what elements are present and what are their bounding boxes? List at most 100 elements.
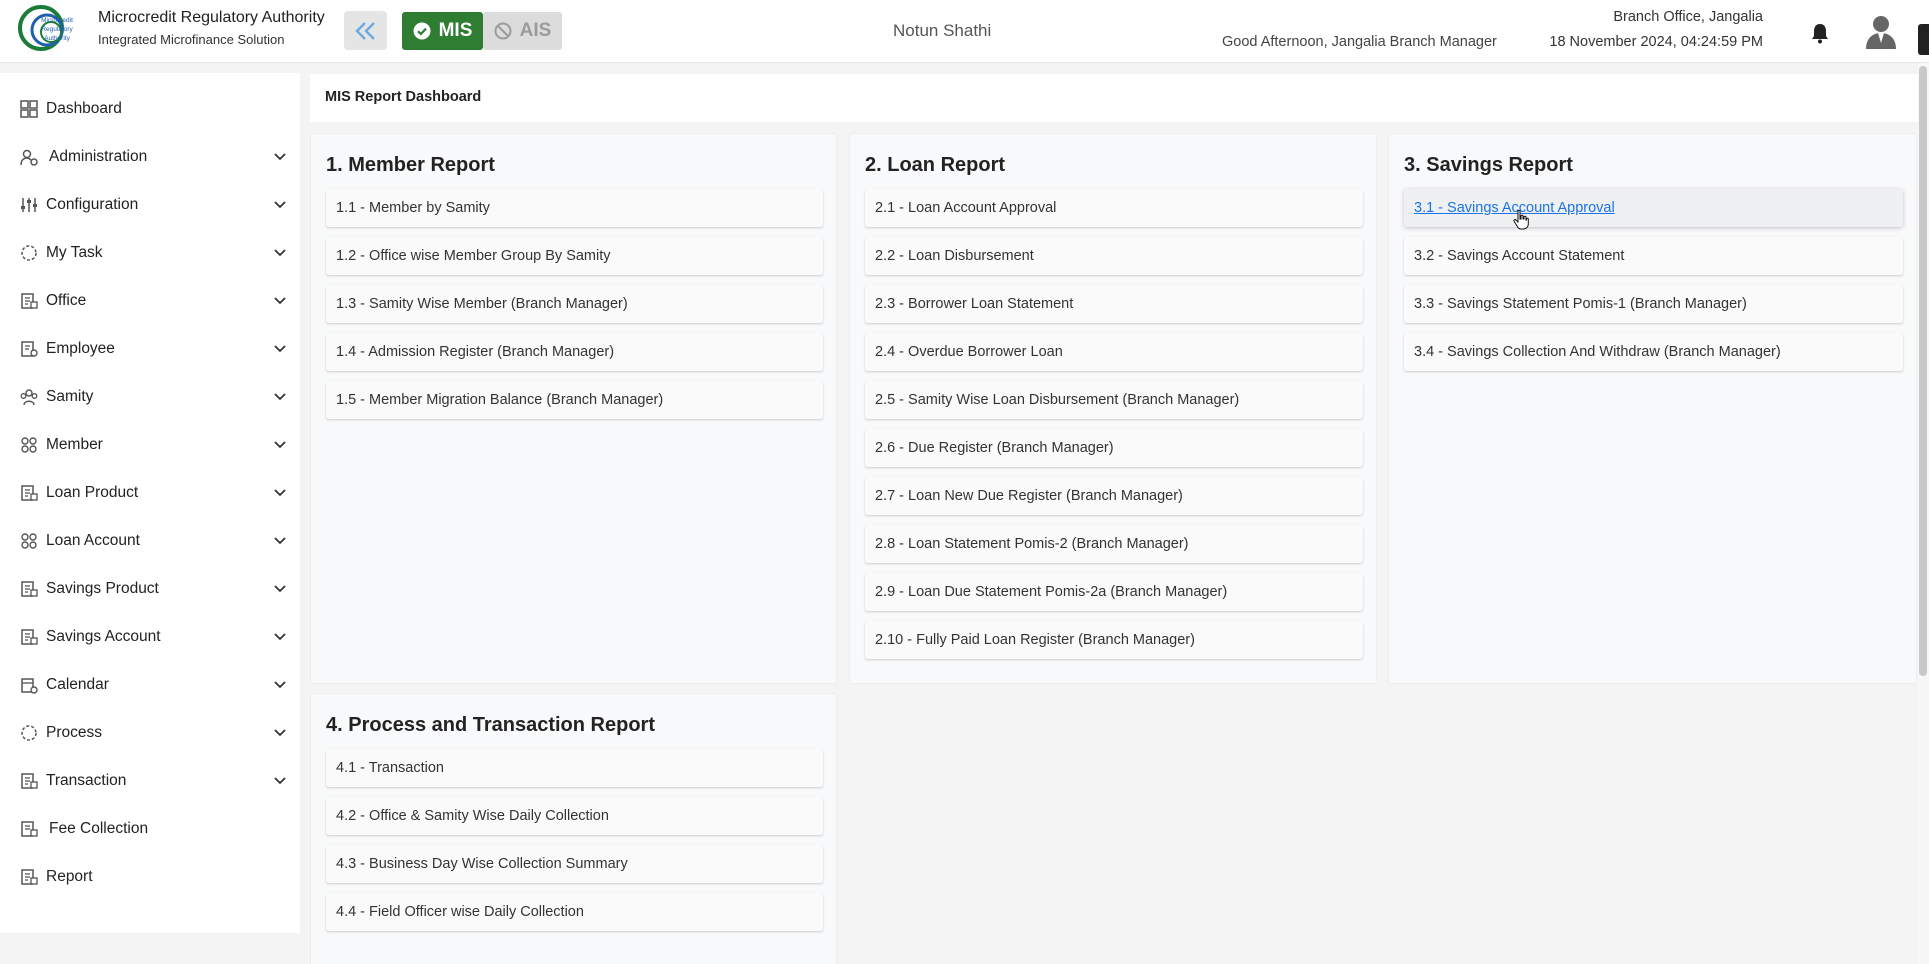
- sidebar: Dashboard Administration Configuration My T…: [0, 73, 300, 933]
- sidebar-item-employee[interactable]: Employee: [0, 325, 300, 373]
- report-link-label: 3.3 - Savings Statement Pomis-1 (Branch …: [1414, 296, 1747, 312]
- report-link[interactable]: 1.4 - Admission Register (Branch Manager…: [326, 333, 823, 371]
- report-section-title: 4. Process and Transaction Report: [326, 714, 655, 736]
- user-avatar-icon[interactable]: [1864, 13, 1898, 49]
- report-link[interactable]: 4.3 - Business Day Wise Collection Summa…: [326, 845, 823, 883]
- employee-icon: [21, 341, 38, 357]
- loan-product-icon: [21, 485, 38, 501]
- brand-title: Microcredit Regulatory Authority: [98, 9, 325, 26]
- sidebar-item-member[interactable]: Member: [0, 421, 300, 469]
- sidebar-item-dashboard[interactable]: Dashboard: [0, 85, 300, 133]
- sidebar-item-my-task[interactable]: My Task: [0, 229, 300, 277]
- sidebar-item-report[interactable]: Report: [0, 853, 300, 901]
- samity-icon: [20, 389, 38, 406]
- report-link[interactable]: 4.2 - Office & Samity Wise Daily Collect…: [326, 797, 823, 835]
- office-icon: [21, 293, 38, 309]
- report-link[interactable]: 2.6 - Due Register (Branch Manager): [865, 429, 1363, 467]
- report-link[interactable]: 2.5 - Samity Wise Loan Disbursement (Bra…: [865, 381, 1363, 419]
- brand-subtitle: Integrated Microfinance Solution: [98, 32, 285, 47]
- report-link[interactable]: 2.8 - Loan Statement Pomis-2 (Branch Man…: [865, 525, 1363, 563]
- report-link[interactable]: 4.4 - Field Officer wise Daily Collectio…: [326, 893, 823, 931]
- sidebar-item-calendar[interactable]: Calendar: [0, 661, 300, 709]
- mis-label: MIS: [438, 20, 473, 41]
- report-section-title: 3. Savings Report: [1404, 154, 1573, 176]
- sidebar-item-administration[interactable]: Administration: [0, 133, 300, 181]
- chevron-down-icon[interactable]: [273, 535, 287, 547]
- sidebar-item-label: Transaction: [46, 772, 127, 789]
- fee-collection-icon: [21, 821, 38, 837]
- chevron-down-icon[interactable]: [273, 151, 287, 163]
- report-link[interactable]: 2.2 - Loan Disbursement: [865, 237, 1363, 275]
- chevron-down-icon[interactable]: [273, 775, 287, 787]
- report-link-label: 2.5 - Samity Wise Loan Disbursement (Bra…: [875, 392, 1240, 408]
- sidebar-item-label: My Task: [46, 244, 103, 261]
- check-circle-icon: [413, 22, 431, 40]
- report-link[interactable]: 1.5 - Member Migration Balance (Branch M…: [326, 381, 823, 419]
- sidebar-item-configuration[interactable]: Configuration: [0, 181, 300, 229]
- report-section-1: 1. Member Report 1.1 - Member by Samity 1.…: [310, 133, 837, 684]
- report-link[interactable]: 2.1 - Loan Account Approval: [865, 189, 1363, 227]
- report-link[interactable]: 2.10 - Fully Paid Loan Register (Branch …: [865, 621, 1363, 659]
- chevron-down-icon[interactable]: [273, 631, 287, 643]
- report-link[interactable]: 2.3 - Borrower Loan Statement: [865, 285, 1363, 323]
- sidebar-item-process[interactable]: Process: [0, 709, 300, 757]
- sidebar-item-loan-account[interactable]: Loan Account: [0, 517, 300, 565]
- page-scrollbar-thumb[interactable]: [1919, 66, 1927, 676]
- chevron-down-icon[interactable]: [273, 439, 287, 451]
- report-link[interactable]: 3.4 - Savings Collection And Withdraw (B…: [1404, 333, 1903, 371]
- report-link-label: 4.4 - Field Officer wise Daily Collectio…: [336, 904, 584, 920]
- report-link[interactable]: 2.9 - Loan Due Statement Pomis-2a (Branc…: [865, 573, 1363, 611]
- chevron-down-icon[interactable]: [273, 583, 287, 595]
- sidebar-item-label: Process: [46, 724, 102, 741]
- hand-pointer-cursor-icon: [1513, 210, 1529, 230]
- chevron-down-icon[interactable]: [273, 391, 287, 403]
- branch-name: Branch Office, Jangalia: [1613, 9, 1763, 25]
- report-link[interactable]: 3.3 - Savings Statement Pomis-1 (Branch …: [1404, 285, 1903, 323]
- report-link-label: 1.4 - Admission Register (Branch Manager…: [336, 344, 615, 360]
- report-link[interactable]: 4.1 - Transaction: [326, 749, 823, 787]
- report-link-label: 3.2 - Savings Account Statement: [1414, 248, 1625, 264]
- chevron-down-icon[interactable]: [273, 295, 287, 307]
- ais-toggle-button[interactable]: AIS: [483, 12, 562, 50]
- sidebar-item-transaction[interactable]: Transaction: [0, 757, 300, 805]
- sidebar-item-savings-account[interactable]: Savings Account: [0, 613, 300, 661]
- chevron-down-icon[interactable]: [273, 727, 287, 739]
- savings-product-icon: [21, 581, 38, 597]
- report-section-title: 2. Loan Report: [865, 154, 1006, 176]
- mis-toggle-button[interactable]: MIS: [402, 12, 483, 50]
- chevron-down-icon[interactable]: [273, 199, 287, 211]
- sidebar-item-label: Office: [46, 292, 87, 309]
- sidebar-item-samity[interactable]: Samity: [0, 373, 300, 421]
- chevron-down-icon[interactable]: [273, 343, 287, 355]
- report-link-label: 2.7 - Loan New Due Register (Branch Mana…: [875, 488, 1183, 504]
- report-link-label: 1.5 - Member Migration Balance (Branch M…: [336, 392, 664, 408]
- report-link[interactable]: 2.4 - Overdue Borrower Loan: [865, 333, 1363, 371]
- report-section-3: 3. Savings Report 3.1 - Savings Account A…: [1388, 133, 1917, 684]
- side-panel-tab[interactable]: [1918, 24, 1929, 55]
- mra-logo[interactable]: Microcredit Regulatory Authority: [17, 4, 89, 56]
- loan-account-icon: [21, 533, 37, 549]
- chevron-down-icon[interactable]: [273, 679, 287, 691]
- notification-bell-icon[interactable]: [1810, 22, 1830, 44]
- sidebar-item-label: Savings Product: [46, 580, 159, 597]
- report-link[interactable]: 2.7 - Loan New Due Register (Branch Mana…: [865, 477, 1363, 515]
- report-link[interactable]: 3.1 - Savings Account Approval: [1404, 189, 1903, 227]
- sidebar-item-loan-product[interactable]: Loan Product: [0, 469, 300, 517]
- chevron-down-icon[interactable]: [273, 487, 287, 499]
- report-link-label: 4.2 - Office & Samity Wise Daily Collect…: [336, 808, 609, 824]
- collapse-sidebar-button[interactable]: [344, 11, 387, 50]
- report-link[interactable]: 1.2 - Office wise Member Group By Samity: [326, 237, 823, 275]
- chevron-down-icon[interactable]: [273, 247, 287, 259]
- report-link-label: 2.8 - Loan Statement Pomis-2 (Branch Man…: [875, 536, 1189, 552]
- svg-text:Microcredit: Microcredit: [41, 17, 73, 24]
- report-link[interactable]: 1.3 - Samity Wise Member (Branch Manager…: [326, 285, 823, 323]
- savings-account-icon: [21, 629, 38, 645]
- report-link[interactable]: 3.2 - Savings Account Statement: [1404, 237, 1903, 275]
- sidebar-item-fee-collection[interactable]: Fee Collection: [0, 805, 300, 853]
- current-datetime: 18 November 2024, 04:24:59 PM: [1549, 34, 1763, 50]
- report-link[interactable]: 1.1 - Member by Samity: [326, 189, 823, 227]
- sidebar-item-savings-product[interactable]: Savings Product: [0, 565, 300, 613]
- organization-name: Notun Shathi: [893, 21, 992, 40]
- sidebar-item-office[interactable]: Office: [0, 277, 300, 325]
- report-icon: [21, 869, 38, 885]
